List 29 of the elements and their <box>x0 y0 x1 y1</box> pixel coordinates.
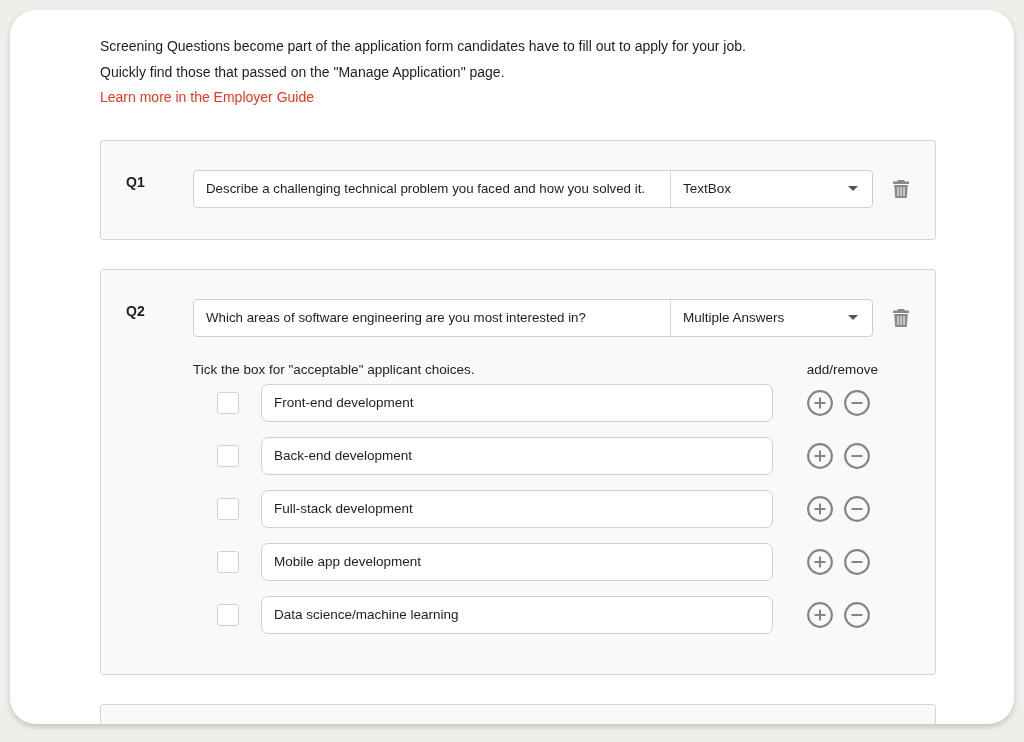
checkbox[interactable] <box>217 497 239 520</box>
minus-circle-icon[interactable] <box>844 495 870 522</box>
minus-circle-icon[interactable] <box>844 548 870 575</box>
question-number: Q2 <box>126 301 146 320</box>
trash-icon[interactable] <box>893 308 909 327</box>
plus-circle-icon[interactable] <box>807 495 833 522</box>
add-remove-label: add/remove <box>806 361 878 378</box>
choice-field[interactable]: Full-stack development <box>261 489 773 528</box>
choice-field[interactable]: Data science/machine learning <box>261 595 773 634</box>
minus-circle-icon[interactable] <box>844 601 870 628</box>
plus-circle-icon[interactable] <box>807 548 833 575</box>
trash-icon[interactable] <box>893 179 909 198</box>
plus-circle-icon[interactable] <box>807 389 833 416</box>
choice-field[interactable]: Mobile app development <box>261 542 773 581</box>
checkbox[interactable] <box>217 550 239 573</box>
intro-text: Quickly find those that passed on the "Manage Application" page. <box>100 62 505 82</box>
choices-hint: Tick the box for "acceptable" applicant choices. <box>193 361 475 378</box>
intro-text: Screening Questions become part of the application form candidates have to fill out to apply for your job. <box>100 37 746 56</box>
plus-circle-icon[interactable] <box>807 442 833 469</box>
choice-field[interactable]: Front-end development <box>261 383 773 422</box>
employer-guide-link[interactable]: Learn more in the Employer Guide <box>100 85 314 111</box>
checkbox[interactable] <box>217 603 239 626</box>
checkbox[interactable] <box>217 444 239 467</box>
minus-circle-icon[interactable] <box>844 442 870 469</box>
checkbox[interactable] <box>217 391 239 414</box>
question-number: Q1 <box>126 172 146 191</box>
minus-circle-icon[interactable] <box>844 389 870 416</box>
choice-field[interactable]: Back-end development <box>261 436 773 475</box>
plus-circle-icon[interactable] <box>807 601 833 628</box>
